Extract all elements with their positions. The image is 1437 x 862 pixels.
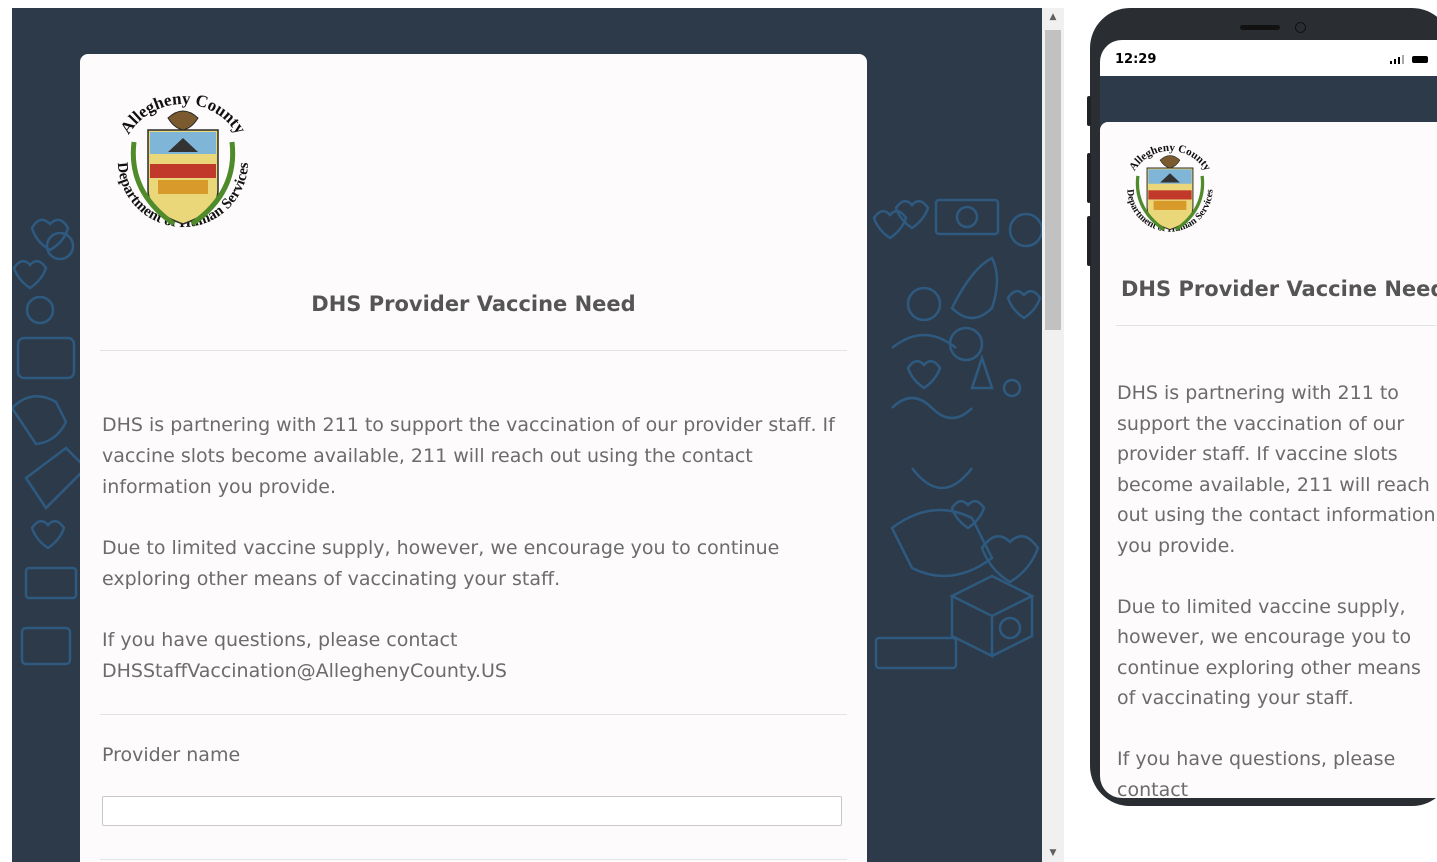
dollar-icon [948,326,984,362]
desktop-preview: Allegheny County Department of Human Ser… [12,8,1042,862]
heart-icon [1006,289,1042,320]
status-bar: 12:29 [1100,40,1437,76]
heart-icon [30,218,70,252]
description: DHS is partnering with 211 to support th… [1117,378,1437,798]
heart-icon [30,519,66,550]
description: DHS is partnering with 211 to support th… [102,410,847,717]
scroll-thumb[interactable] [1045,30,1061,330]
dollar-icon [934,198,1000,236]
phone-camera-icon [1295,22,1306,33]
description-paragraph: Due to limited vaccine supply, however, … [102,537,780,590]
form-title: DHS Provider Vaccine Need [311,292,636,316]
phone-side-button [1087,153,1091,203]
phone-side-button [1087,216,1091,266]
eagle-icon [167,110,199,131]
divider [100,714,847,715]
provider-name-label: Provider name [102,744,241,766]
provider-name-input[interactable] [102,796,842,826]
scroll-down-arrow-icon[interactable]: ▼ [1042,844,1064,862]
scrollbar[interactable]: ▲ ▼ [1042,8,1064,862]
person-icon [906,286,942,322]
hand-icon [950,256,999,320]
description-paragraph: DHS is partnering with 211 to support th… [1117,382,1436,557]
form-card: Allegheny County Department of Human Ser… [80,54,867,862]
heart-icon [12,259,48,290]
description-paragraph: Due to limited vaccine supply, however, … [1117,595,1421,710]
phone-screen: 12:29 Allegheny County Department of uma… [1100,40,1437,798]
description-paragraph: If you have questions, please contact DH… [102,629,507,682]
signal-icon [1390,55,1404,64]
heart-icon [906,359,942,390]
status-time: 12:29 [1115,52,1157,67]
battery-icon [1412,56,1428,63]
mobile-preview: 12:29 Allegheny County Department of uma… [1087,8,1437,806]
description-paragraph: If you have questions, please contact DH… [1117,747,1396,798]
hand-icon [12,395,68,446]
divider [100,350,847,351]
form-title: DHS Provider Vaccine Need [1121,277,1437,301]
divider [1116,325,1436,326]
dhs-logo: Allegheny County Department of Human Ser… [98,72,268,256]
description-paragraph: DHS is partnering with 211 to support th… [102,414,835,498]
dollar-icon [45,231,75,261]
phone-speaker [1240,25,1280,30]
phone-side-button [1087,96,1091,126]
box-icon [949,574,1035,659]
heart-icon [894,199,930,230]
heart-icon [950,499,986,530]
box-icon [16,336,76,380]
heart-icon [872,209,908,240]
dhs-logo: Allegheny County Department of Human Ser… [1114,130,1226,252]
dollar-icon [25,295,55,325]
dollar-icon [1008,212,1042,248]
mobile-form-card: Allegheny County Department of Human Ser… [1100,122,1437,798]
divider [100,859,847,860]
scroll-up-arrow-icon[interactable]: ▲ [1042,8,1064,26]
